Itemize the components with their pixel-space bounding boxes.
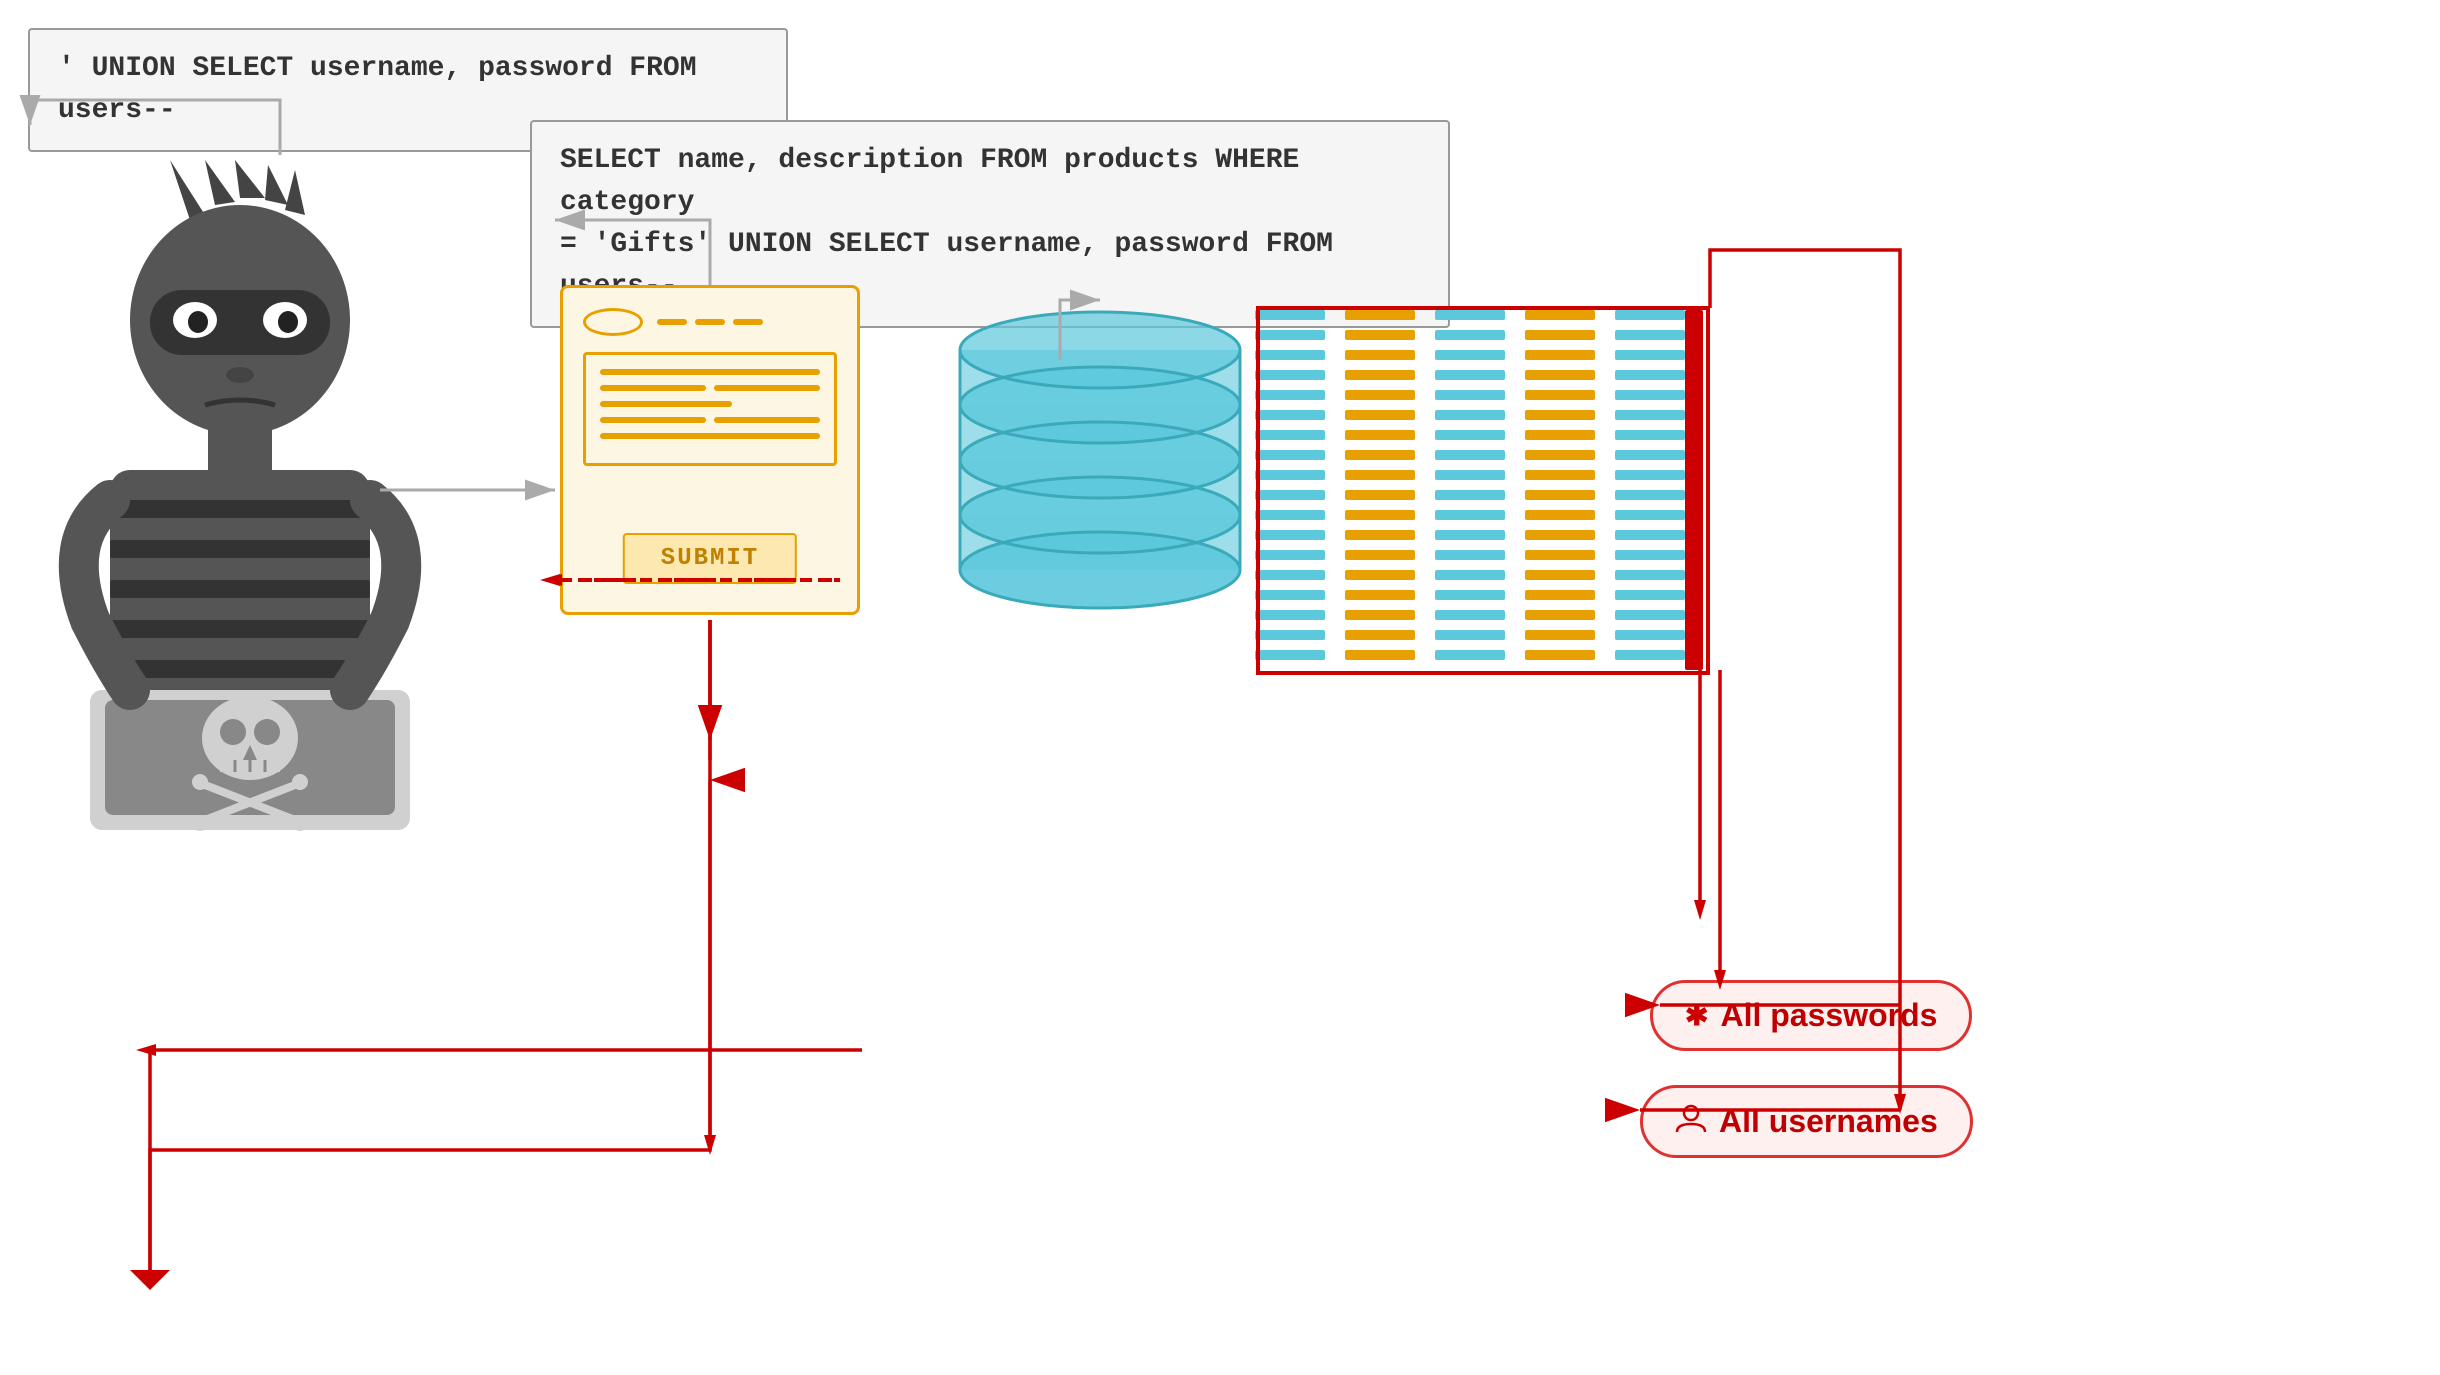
database-icon [950,290,1250,670]
form-line-1 [600,369,820,375]
passwords-icon: ✱ [1685,999,1708,1032]
form-line-half-2 [714,385,820,391]
all-usernames-badge: All usernames [1640,1085,1973,1158]
web-form: SUBMIT [560,285,860,615]
form-dash-1 [657,319,687,325]
form-line-short-1 [600,401,732,407]
form-oval [583,308,643,336]
hacker-illustration [30,160,470,860]
form-lines-group-2 [600,417,820,423]
form-titlebar [583,308,837,336]
form-dash-3 [733,319,763,325]
form-line-half-4 [714,417,820,423]
all-passwords-badge: ✱ All passwords [1650,980,1972,1051]
form-dashes [657,319,763,325]
usernames-icon [1675,1102,1707,1141]
form-dash-2 [695,319,725,325]
form-line-half-1 [600,385,706,391]
submit-button[interactable]: SUBMIT [623,533,797,584]
form-line-2 [600,433,820,439]
form-lines-group-1 [600,385,820,391]
passwords-label: All passwords [1720,997,1937,1034]
sql-top-text: ' UNION SELECT username, password FROM u… [58,53,697,126]
leaked-data-columns [1255,310,1705,670]
form-inner [583,352,837,466]
sql-middle-line1: SELECT name, description FROM products W… [560,140,1420,224]
usernames-label: All usernames [1719,1103,1938,1140]
form-line-half-3 [600,417,706,423]
